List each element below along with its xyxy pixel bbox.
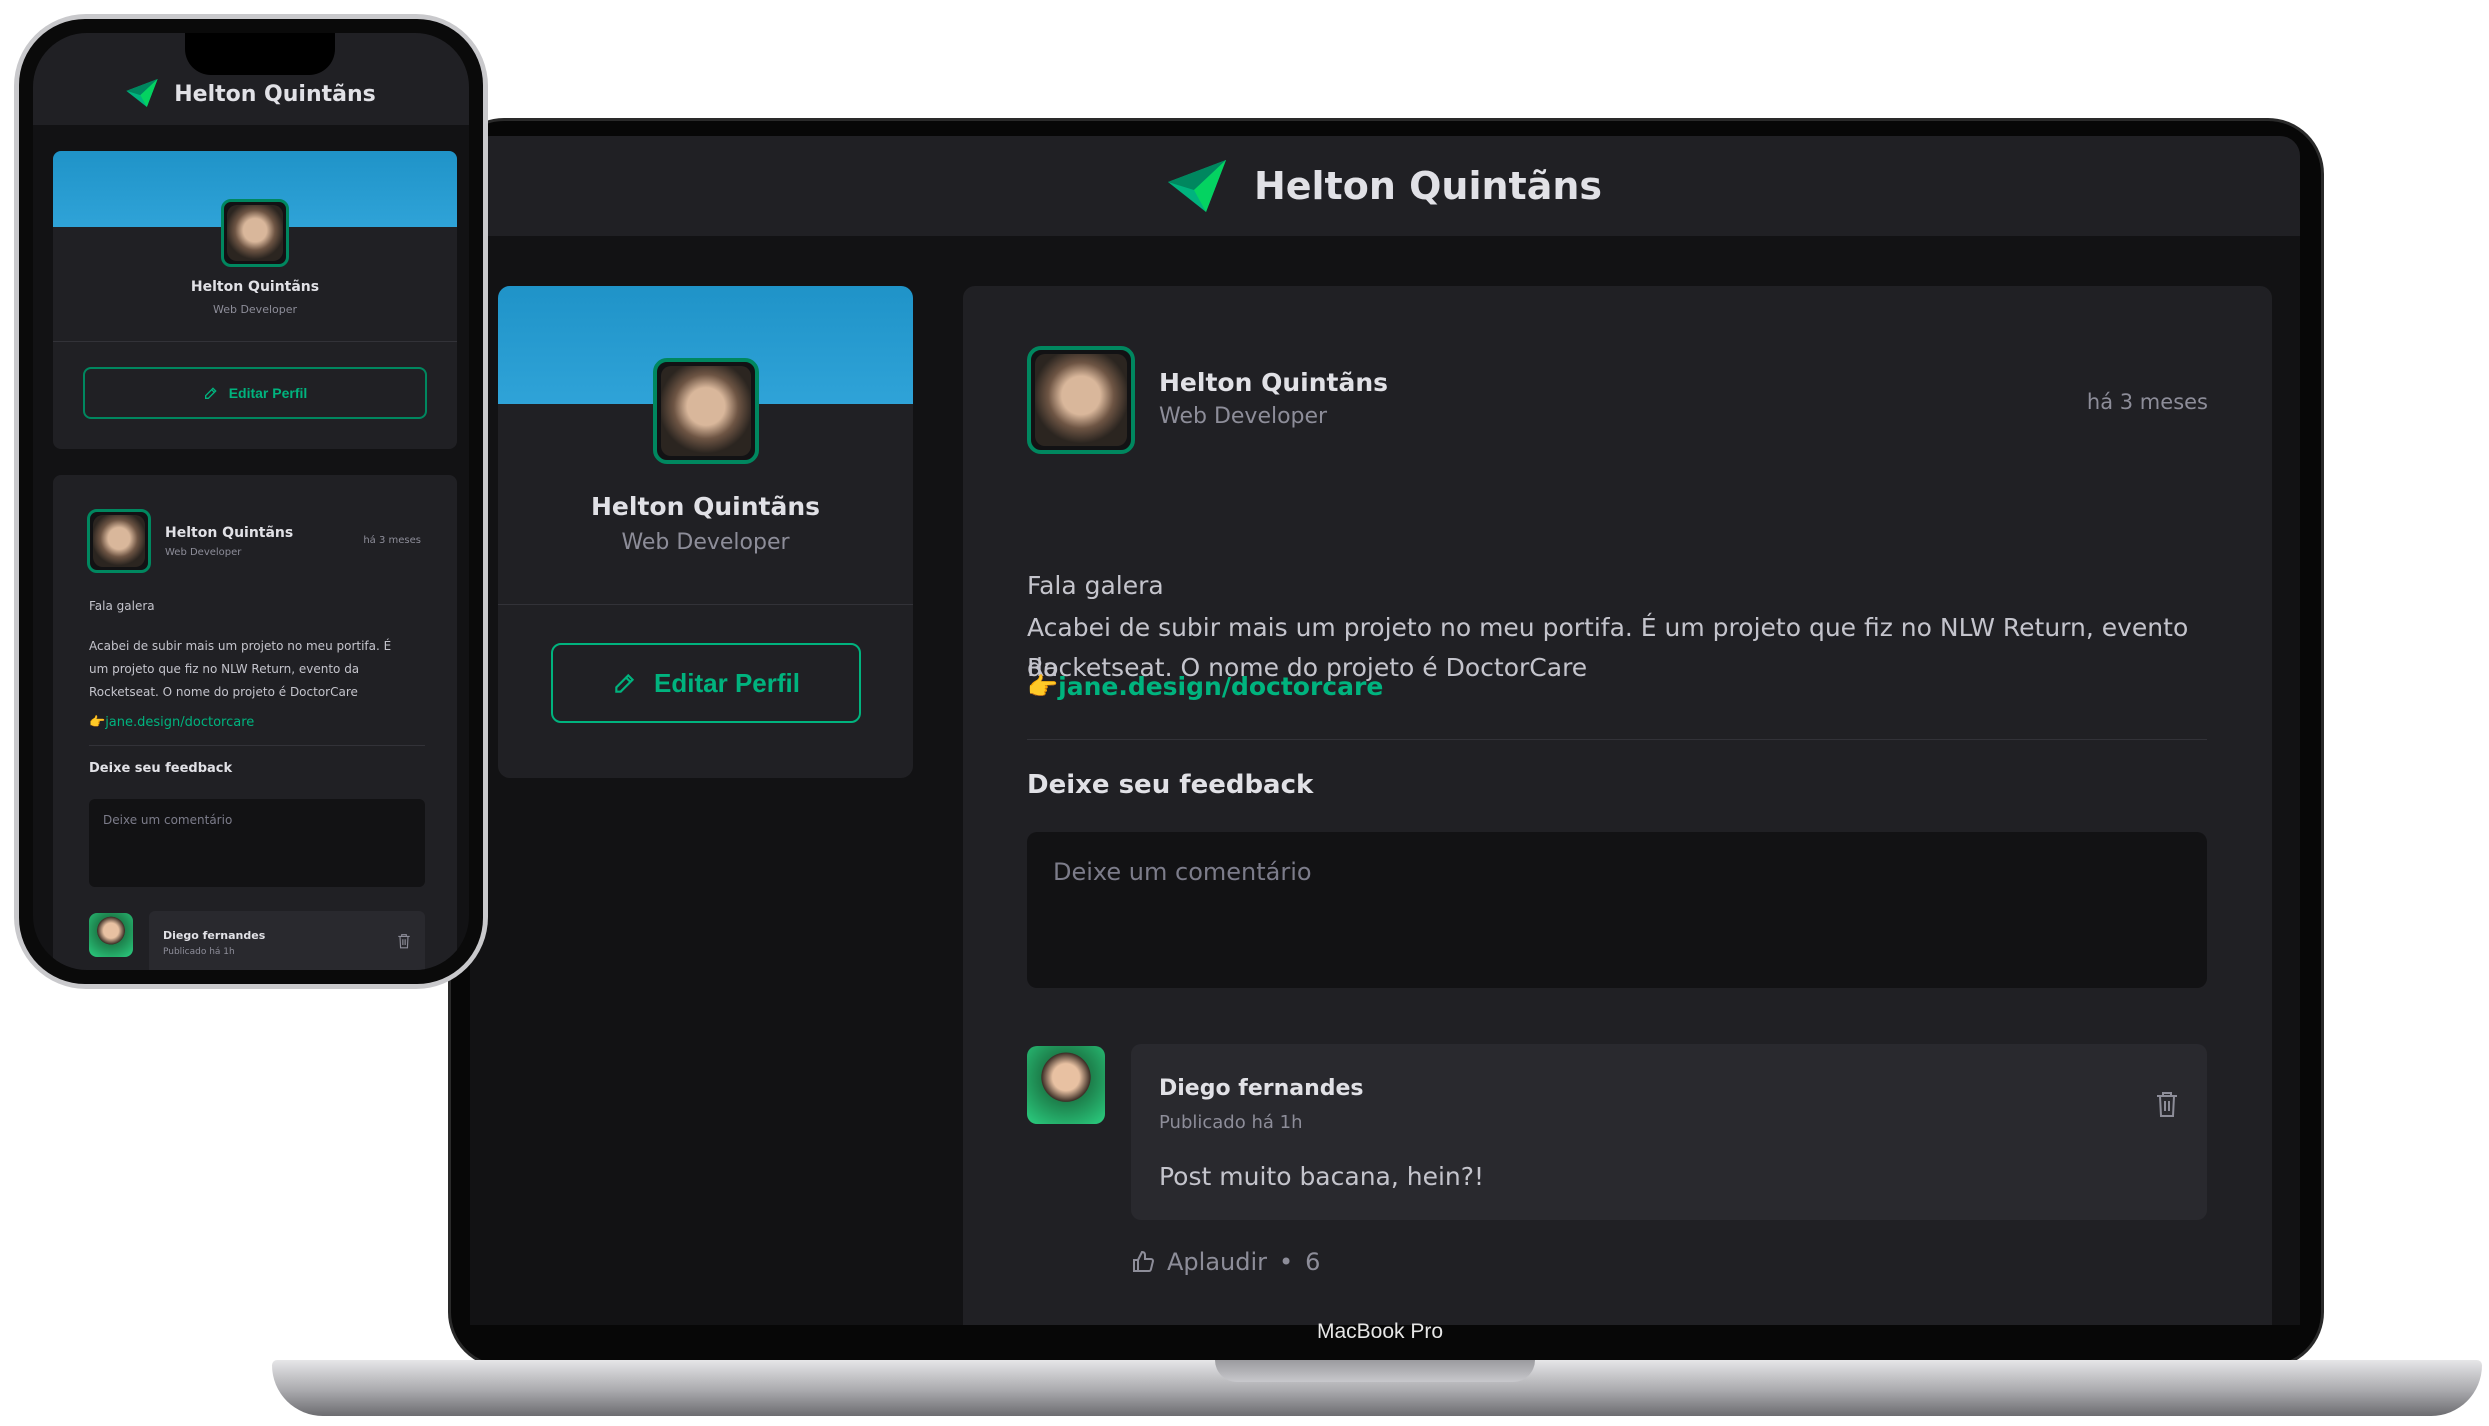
comment-input[interactable] (89, 799, 425, 887)
feedback-title: Deixe seu feedback (89, 761, 233, 776)
post-body-line: Acabei de subir mais um projeto no meu p… (89, 639, 392, 653)
divider (498, 604, 913, 605)
post-author-name: Helton Quintãns (165, 525, 294, 541)
post-greeting: Fala galera (1027, 571, 1164, 600)
avatar[interactable] (221, 199, 289, 267)
applaud-count: 6 (1305, 1248, 1321, 1276)
divider (89, 745, 425, 746)
trash-icon[interactable] (397, 933, 411, 949)
edit-profile-label: Editar Perfil (654, 667, 800, 698)
comment-avatar[interactable] (1027, 1046, 1105, 1124)
post-body-line: um projeto que fiz no NLW Return, evento… (89, 662, 360, 676)
profile-name: Helton Quintãns (190, 279, 320, 295)
comment-time: Publicado há 1h (163, 947, 235, 957)
ignite-logo-icon (126, 79, 158, 107)
comment-box: Diego fernandes Publicado há 1h Post mui… (1131, 1044, 2207, 1220)
avatar[interactable] (87, 509, 151, 573)
pencil-icon (204, 387, 217, 399)
applaud-separator: • (1279, 1248, 1294, 1276)
edit-profile-button[interactable]: Editar Perfil (551, 643, 861, 723)
post-link-text: jane.design/doctorcare (1058, 672, 1384, 701)
profile-role: Web Developer (621, 530, 790, 555)
macbook-notch (1215, 1360, 1535, 1382)
dynamic-island (185, 33, 335, 75)
post-body-line: Rocketseat. O nome do projeto é DoctorCa… (89, 685, 358, 699)
pointing-hand-icon: 👉 (1027, 672, 1059, 701)
profile-role: Web Developer (212, 303, 298, 316)
ignite-logo-icon (1167, 160, 1226, 212)
header-title: Helton Quintãns (1253, 164, 1603, 208)
post-link[interactable]: 👉jane.design/doctorcare (89, 715, 254, 730)
device-label: MacBook Pro (1316, 1320, 1444, 1343)
divider (53, 341, 457, 342)
post-author-name: Helton Quintãns (1159, 368, 1388, 397)
post-link[interactable]: 👉jane.design/doctorcare (1027, 672, 1383, 702)
profile-sidebar: Helton Quintãns Web Developer Editar Per… (53, 151, 457, 449)
iphone-frame: Helton Quintãns Helton Quintãns Web Deve… (14, 14, 488, 989)
applaud-label: Aplaudir (1167, 1248, 1268, 1276)
avatar[interactable] (1027, 346, 1135, 454)
feedback-title: Deixe seu feedback (1027, 770, 1314, 800)
post-card: Helton Quintãns Web Developer há 3 meses… (963, 286, 2272, 1325)
pointing-hand-icon: 👉 (89, 715, 106, 730)
avatar[interactable] (653, 358, 759, 464)
post-time: há 3 meses (2086, 390, 2208, 414)
desktop-screen: Helton Quintãns Helton Quintãns Web Deve… (470, 136, 2300, 1325)
post-author-role: Web Developer (1159, 404, 1328, 429)
thumbs-up-icon (1133, 1250, 1155, 1272)
post-link-text: jane.design/doctorcare (105, 715, 255, 730)
comment-box: Diego fernandes Publicado há 1h (149, 911, 425, 970)
trash-icon[interactable] (2155, 1090, 2179, 1118)
comment-input[interactable] (1027, 832, 2207, 988)
post-greeting: Fala galera (89, 599, 155, 613)
divider (1027, 739, 2207, 740)
comment-time: Publicado há 1h (1159, 1112, 1303, 1133)
mobile-screen: Helton Quintãns Helton Quintãns Web Deve… (33, 33, 469, 970)
post-card: Helton Quintãns Web Developer há 3 meses… (53, 475, 457, 970)
comment-avatar[interactable] (89, 913, 133, 957)
pencil-icon (615, 673, 635, 693)
edit-profile-label: Editar Perfil (228, 385, 308, 401)
profile-sidebar: Helton Quintãns Web Developer Editar Per… (498, 286, 913, 778)
mockup-stage: Helton Quintãns Helton Quintãns Web Deve… (0, 0, 2489, 1426)
comment-author: Diego fernandes (163, 929, 266, 942)
post-time: há 3 meses (363, 535, 421, 546)
comment-text: Post muito bacana, hein?! (1159, 1162, 1485, 1191)
comment-author: Diego fernandes (1159, 1076, 1364, 1101)
desktop-header: Helton Quintãns (470, 136, 2300, 236)
profile-name: Helton Quintãns (591, 492, 820, 521)
post-author-role: Web Developer (165, 547, 242, 558)
applaud-button[interactable]: Aplaudir • 6 (1131, 1248, 1320, 1276)
header-title: Helton Quintãns (174, 82, 376, 107)
edit-profile-button[interactable]: Editar Perfil (83, 367, 427, 419)
